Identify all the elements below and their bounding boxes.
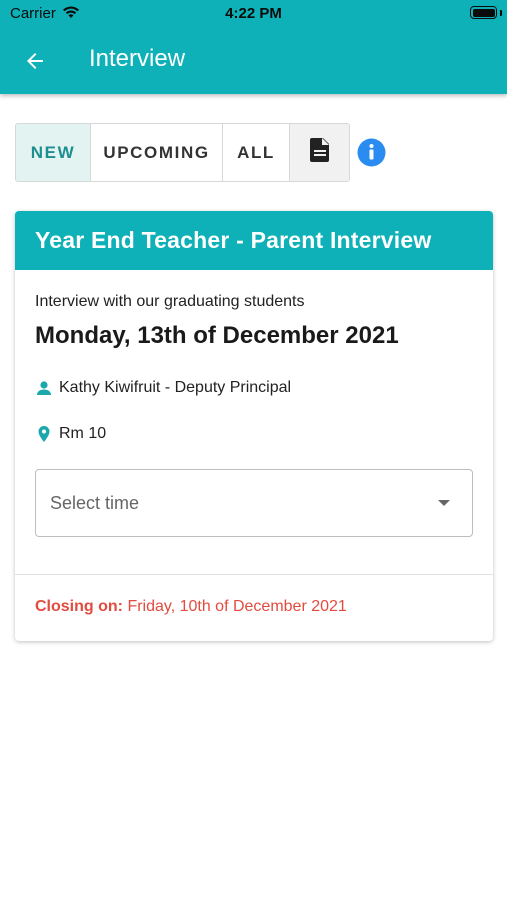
app-bar: Carrier 4:22 PM Interview bbox=[0, 0, 507, 94]
battery-tip bbox=[500, 10, 502, 16]
time-select-placeholder: Select time bbox=[50, 493, 140, 513]
dropdown-caret-icon bbox=[438, 500, 450, 506]
interview-description: Interview with our graduating students bbox=[35, 293, 305, 310]
back-arrow-icon[interactable] bbox=[20, 46, 50, 76]
document-icon bbox=[309, 137, 331, 168]
teacher-row: Kathy Kiwifruit - Deputy Principal bbox=[35, 379, 291, 397]
time-select[interactable]: Select time bbox=[35, 469, 473, 537]
person-icon bbox=[35, 379, 53, 397]
interview-title: Year End Teacher - Parent Interview bbox=[15, 211, 493, 270]
room-label: Rm 10 bbox=[59, 425, 107, 442]
card-divider bbox=[15, 574, 493, 575]
info-icon[interactable] bbox=[357, 138, 386, 167]
interview-card: Year End Teacher - Parent Interview Inte… bbox=[15, 211, 493, 641]
page-title: Interview bbox=[89, 45, 186, 72]
filter-tabs: NEW UPCOMING ALL bbox=[15, 123, 350, 182]
tab-document[interactable] bbox=[290, 124, 349, 181]
closing-info: Closing on: Friday, 10th of December 202… bbox=[35, 598, 347, 616]
status-bar: Carrier 4:22 PM bbox=[0, 0, 507, 28]
tab-all[interactable]: ALL bbox=[223, 124, 290, 181]
teacher-name: Kathy Kiwifruit - Deputy Principal bbox=[59, 379, 292, 396]
status-time: 4:22 PM bbox=[225, 5, 282, 22]
closing-label: Closing on: bbox=[35, 598, 123, 615]
location-pin-icon bbox=[35, 425, 53, 443]
interview-date: Monday, 13th of December 2021 bbox=[35, 322, 399, 349]
room-row: Rm 10 bbox=[35, 425, 106, 443]
battery-icon bbox=[470, 6, 497, 19]
closing-date: Friday, 10th of December 2021 bbox=[127, 598, 347, 615]
tab-upcoming[interactable]: UPCOMING bbox=[91, 124, 223, 181]
tab-new[interactable]: NEW bbox=[16, 124, 91, 181]
